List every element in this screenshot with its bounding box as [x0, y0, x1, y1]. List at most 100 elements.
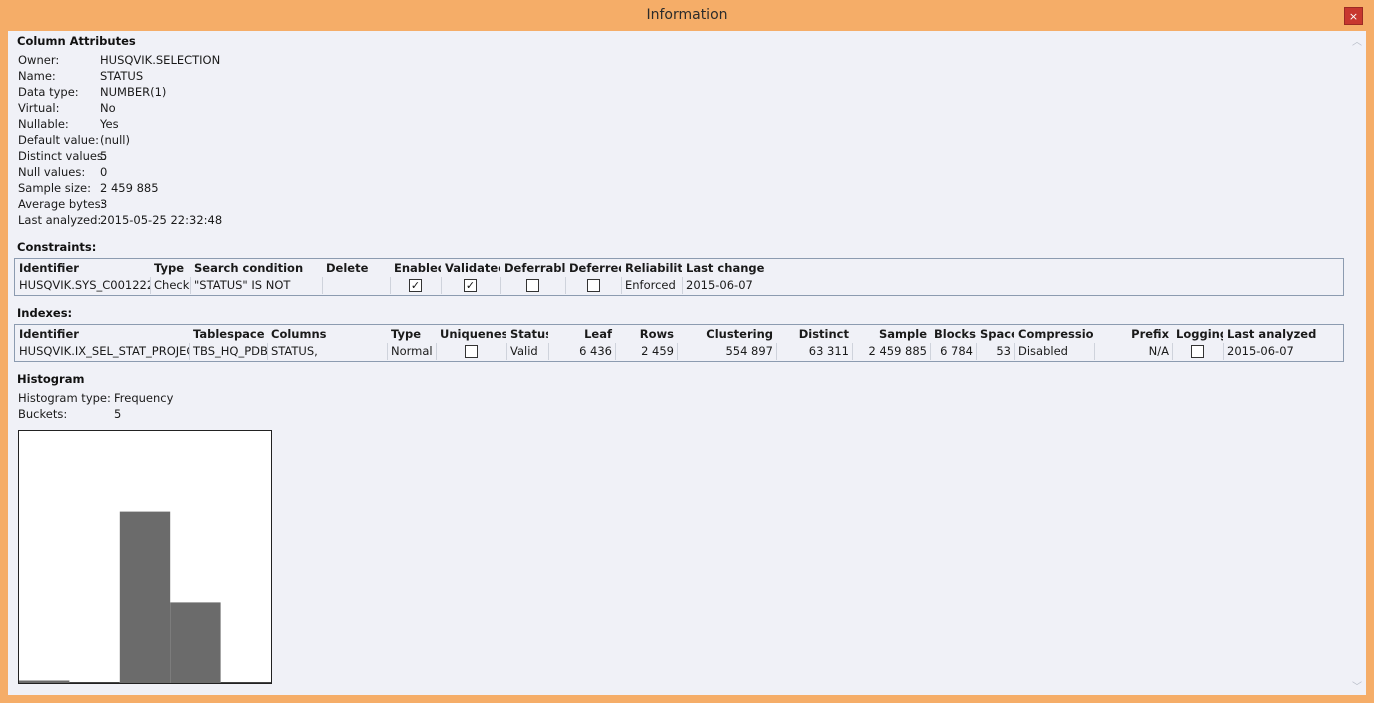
- column-header-prefix-length[interactable]: Prefix length: [1095, 326, 1172, 343]
- search-condition-cell: "STATUS" IS NOT NULL: [194, 278, 291, 292]
- histogram-svg: [19, 511, 271, 683]
- column-header-deferrable[interactable]: Deferrable: [501, 260, 565, 277]
- close-button[interactable]: ×: [1344, 7, 1363, 25]
- enabled-checkbox[interactable]: ✓: [409, 279, 422, 292]
- leaf-blocks-cell: 6 436: [579, 344, 612, 358]
- status-cell: Valid: [510, 344, 538, 358]
- column-header-blocks[interactable]: Blocks: [931, 326, 976, 343]
- histogram-heading: Histogram: [17, 372, 85, 386]
- clustering-factor-cell: 554 897: [725, 344, 773, 358]
- attribute-value: 3: [100, 197, 108, 211]
- rows-cell: 2 459 885: [641, 344, 674, 358]
- attribute-label: Name:: [18, 69, 56, 83]
- indexes-heading: Indexes:: [17, 306, 73, 320]
- attribute-value: 5: [114, 407, 122, 421]
- column-header-compression[interactable]: Compression: [1015, 326, 1094, 343]
- attribute-row: Virtual: No: [18, 100, 418, 116]
- histogram-bar: [19, 680, 70, 683]
- attribute-row: Last analyzed: 2015-05-25 22:32:48: [18, 212, 418, 228]
- histogram-bar: [69, 682, 120, 683]
- attribute-label: Nullable:: [18, 117, 69, 131]
- column-header-sample-rows[interactable]: Sample rows: [853, 326, 930, 343]
- distinct-keys-cell: 63 311: [808, 344, 849, 358]
- columns-cell: STATUS, PROJECT_ID: [271, 344, 318, 358]
- attribute-value: (null): [100, 133, 130, 147]
- attribute-row: Sample size: 2 459 885: [18, 180, 418, 196]
- reliability-cell: Enforced: [625, 278, 676, 292]
- cell-divider: [436, 343, 437, 360]
- attribute-value: Yes: [100, 117, 119, 131]
- scroll-down-icon[interactable]: ﹀: [1352, 678, 1362, 693]
- sample-rows-cell: 2 459 885: [868, 344, 927, 358]
- cell-divider: [500, 277, 501, 294]
- attribute-value: Frequency: [114, 391, 174, 405]
- attribute-value: No: [100, 101, 116, 115]
- deferred-checkbox[interactable]: [587, 279, 600, 292]
- column-header-search-condition[interactable]: Search condition: [191, 260, 323, 277]
- attribute-label: Sample size:: [18, 181, 91, 195]
- column-header-clustering-factor[interactable]: Clustering factor: [678, 326, 776, 343]
- column-header-delete-rule[interactable]: Delete rule: [323, 260, 390, 277]
- column-attributes-heading: Column Attributes: [17, 34, 136, 48]
- column-header-status[interactable]: Status: [507, 326, 548, 343]
- column-header-deferred[interactable]: Deferred: [566, 260, 621, 277]
- column-header-last-change[interactable]: Last change: [683, 260, 801, 277]
- column-header-tablespace[interactable]: Tablespace: [190, 326, 268, 343]
- column-header-columns[interactable]: Columns: [268, 326, 387, 343]
- title-bar[interactable]: Information ×: [0, 0, 1374, 31]
- compression-cell: Disabled: [1018, 344, 1068, 358]
- column-header-identifier[interactable]: Identifier: [16, 260, 150, 277]
- column-header-rows[interactable]: Rows: [616, 326, 677, 343]
- type-cell: Check: [154, 278, 190, 292]
- column-header-logging[interactable]: Logging: [1173, 326, 1223, 343]
- attribute-row: Name: STATUS: [18, 68, 418, 84]
- cell-divider: [441, 277, 442, 294]
- column-header-space[interactable]: Space: [977, 326, 1014, 343]
- column-header-distinct-keys[interactable]: Distinct keys: [777, 326, 852, 343]
- column-header-type[interactable]: Type: [151, 260, 191, 277]
- attribute-row: Nullable: Yes: [18, 116, 418, 132]
- attribute-label: Owner:: [18, 53, 60, 67]
- attribute-label: Virtual:: [18, 101, 60, 115]
- column-header-identifier[interactable]: Identifier: [16, 326, 189, 343]
- uniqueness-checkbox[interactable]: [465, 345, 478, 358]
- identifier-cell: HUSQVIK.SYS_C0012224: [19, 278, 150, 292]
- column-header-type[interactable]: Type: [388, 326, 436, 343]
- attribute-value: 2015-05-25 22:32:48: [100, 213, 223, 227]
- attribute-row: Histogram type: Frequency: [18, 390, 418, 406]
- delete-rule-cell: [323, 277, 390, 294]
- validated-checkbox[interactable]: ✓: [464, 279, 477, 292]
- attribute-value: HUSQVIK.SELECTION: [100, 53, 221, 67]
- attribute-row: Data type: NUMBER(1): [18, 84, 418, 100]
- attribute-row: Average bytes: 3: [18, 196, 418, 212]
- column-header-enabled[interactable]: Enabled: [391, 260, 441, 277]
- constraints-table[interactable]: IdentifierTypeSearch conditionDelete rul…: [14, 258, 1344, 296]
- attribute-value: 5: [100, 149, 108, 163]
- attribute-label: Average bytes:: [18, 197, 105, 211]
- column-header-validated[interactable]: Validated: [442, 260, 500, 277]
- histogram-bar: [220, 682, 271, 683]
- deferrable-checkbox[interactable]: [526, 279, 539, 292]
- attribute-label: Default value:: [18, 133, 99, 147]
- information-window: Information × ︿ ﹀ Column Attributes Owne…: [0, 0, 1374, 703]
- type-cell: Normal: [391, 344, 433, 358]
- column-header-leaf-blocks[interactable]: Leaf blocks: [549, 326, 615, 343]
- attribute-label: Null values:: [18, 165, 86, 179]
- column-header-last-analyzed[interactable]: Last analyzed: [1224, 326, 1342, 343]
- attribute-row: Owner: HUSQVIK.SELECTION: [18, 52, 418, 68]
- column-header-reliability[interactable]: Reliability: [622, 260, 682, 277]
- prefix-length-cell: N/A: [1148, 344, 1169, 358]
- attribute-label: Data type:: [18, 85, 79, 99]
- space-cell: 53 MB: [996, 344, 1011, 358]
- logging-checkbox[interactable]: [1191, 345, 1204, 358]
- column-header-uniqueness[interactable]: Uniqueness: [437, 326, 506, 343]
- attribute-value: 0: [100, 165, 108, 179]
- attribute-row: Distinct values: 5: [18, 148, 418, 164]
- attribute-row: Buckets: 5: [18, 406, 418, 422]
- scroll-up-icon[interactable]: ︿: [1352, 33, 1362, 48]
- indexes-table[interactable]: Identifier Tablespace Columns Type Uniquenes…: [14, 324, 1344, 362]
- blocks-cell: 6 784: [940, 344, 973, 358]
- information-panel: ︿ ﹀ Column Attributes Owner: HUSQVIK.SELE…: [8, 31, 1366, 695]
- constraints-heading: Constraints:: [17, 240, 97, 254]
- attribute-value: STATUS: [100, 69, 144, 83]
